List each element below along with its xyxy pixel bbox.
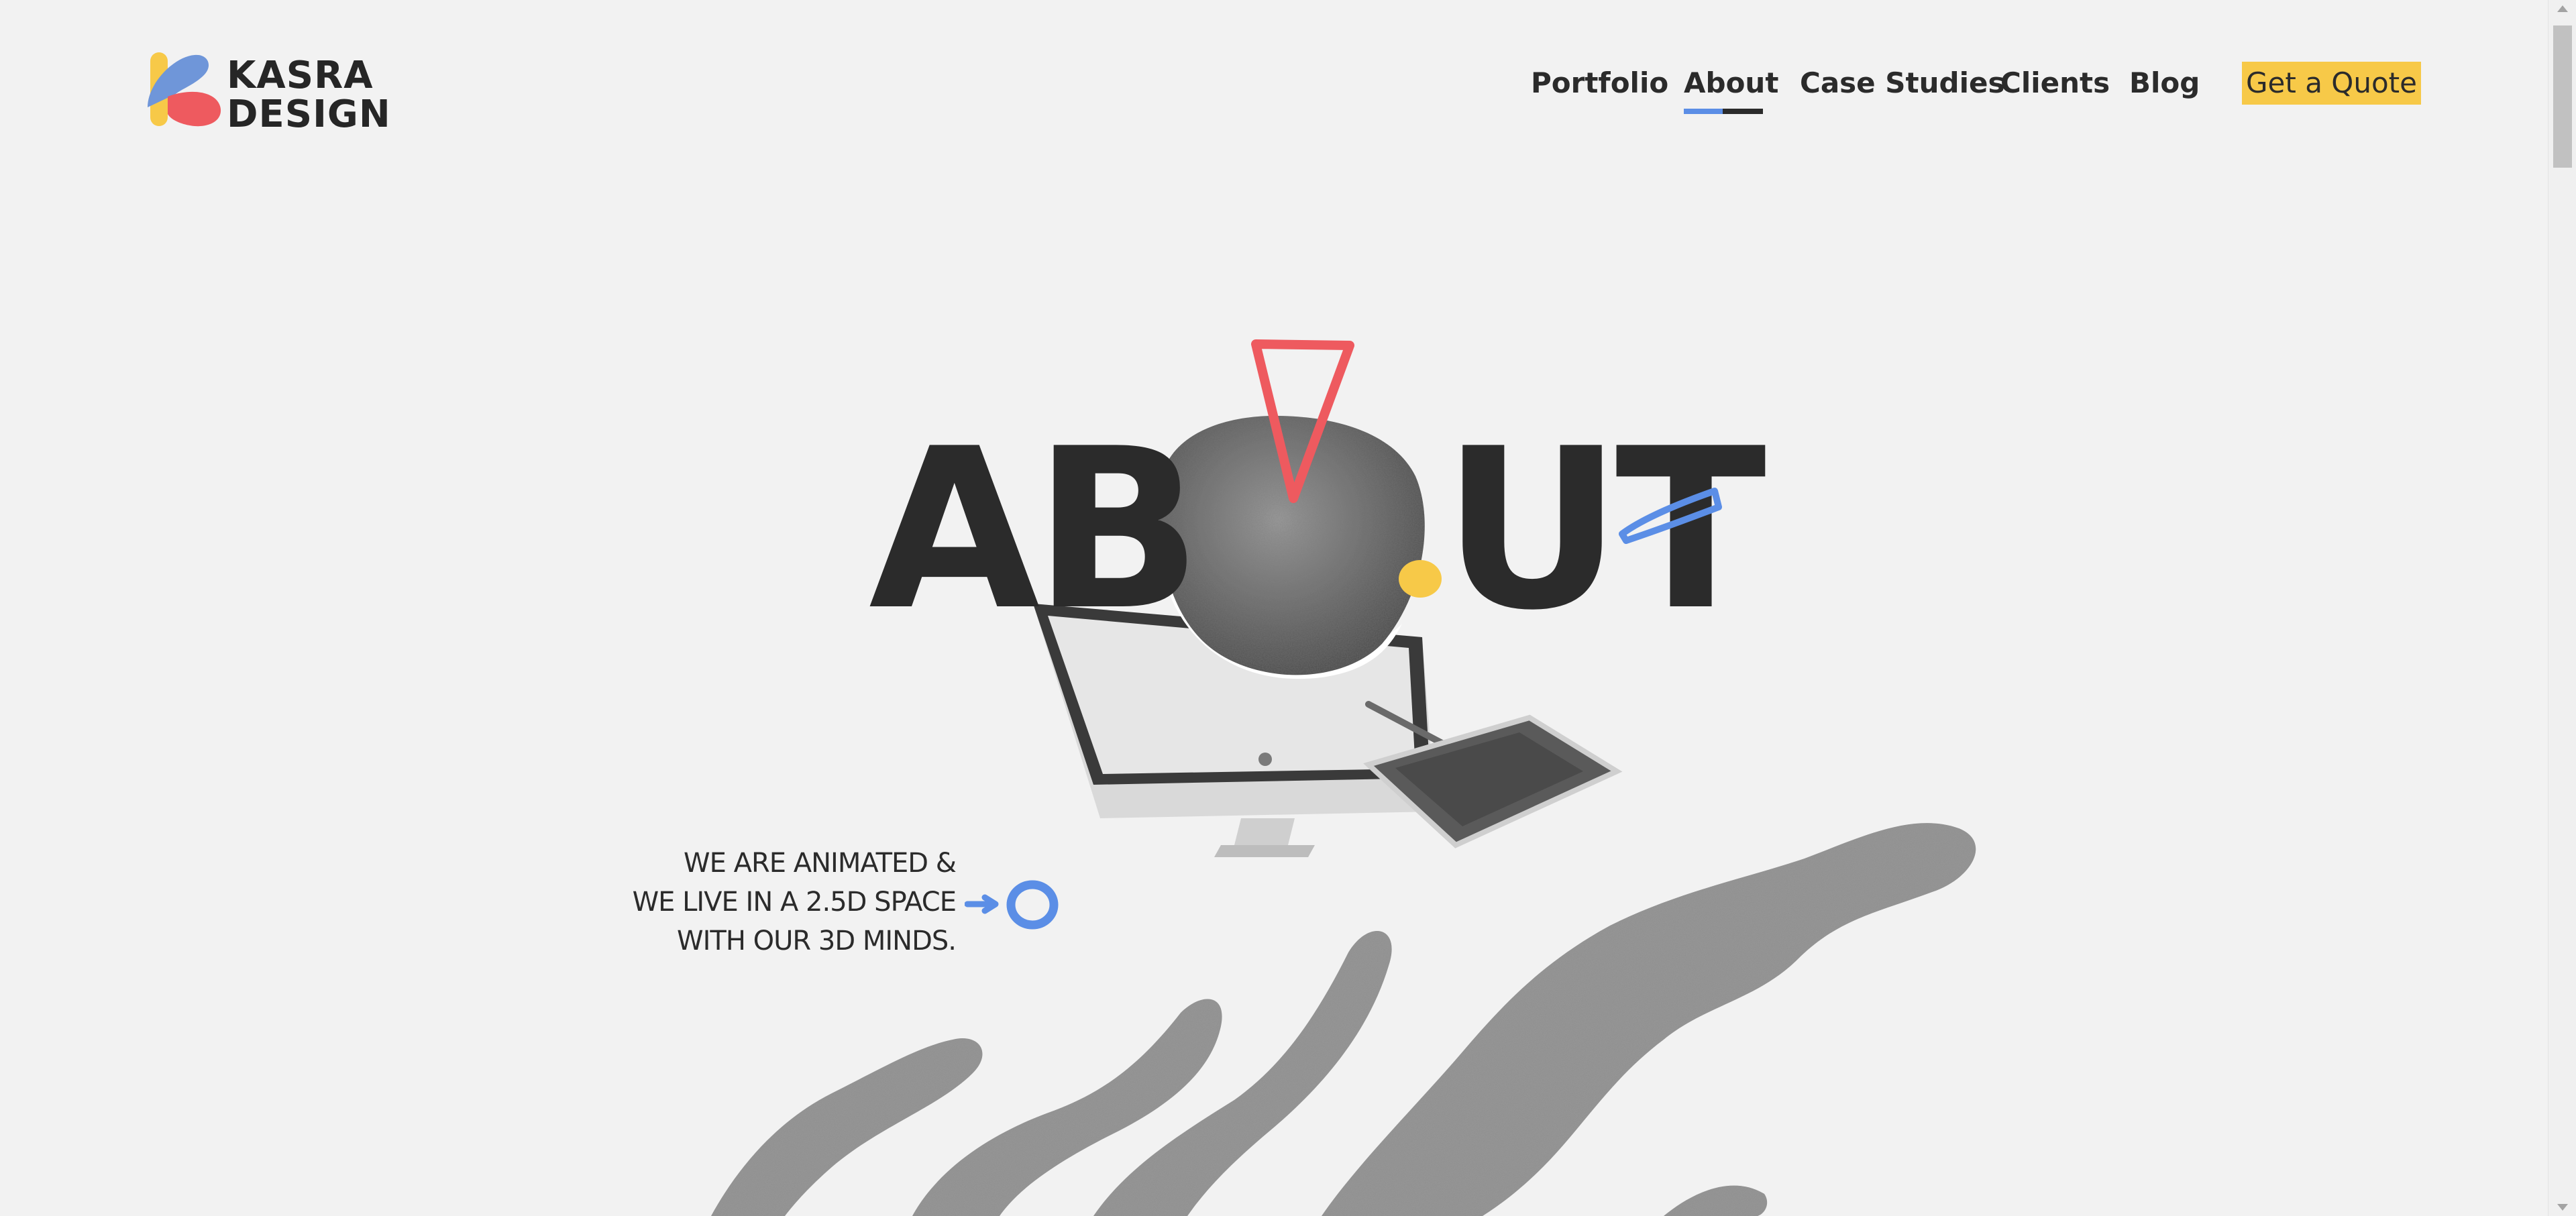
scroll-thumb[interactable] xyxy=(2553,25,2572,168)
nav-about-label: About xyxy=(1684,66,1779,99)
yellow-dot-icon xyxy=(1399,560,1442,598)
nav-portfolio[interactable]: Portfolio xyxy=(1531,64,1668,102)
imac-illustration xyxy=(1033,604,1623,857)
nav-clients[interactable]: Clients xyxy=(2000,64,2110,102)
tagline-line-1: WE ARE ANIMATED & xyxy=(684,848,957,879)
scroll-down-arrow-icon[interactable] xyxy=(2557,1204,2568,1211)
blue-pencil-icon xyxy=(1619,488,1722,544)
nav-about[interactable]: About xyxy=(1684,64,1779,114)
logo-line-1: KASRA xyxy=(227,54,374,97)
tagline-line-2: WE LIVE IN A 2.5D SPACE xyxy=(632,887,957,918)
logo-line-2: DESIGN xyxy=(227,93,391,136)
get-a-quote-button[interactable]: Get a Quote xyxy=(2242,62,2421,105)
logo-wordmark: KASRA DESIGN xyxy=(227,56,391,134)
site-logo[interactable]: KASRA DESIGN xyxy=(141,50,390,134)
hero-title-part-1: AB xyxy=(869,401,1202,659)
tagline-line-3: WITH OUR 3D MINDS. xyxy=(677,926,957,956)
nav-case-studies[interactable]: Case Studies xyxy=(1800,64,2004,102)
page-scrollbar[interactable] xyxy=(2548,0,2576,1216)
stone-sphere-illustration xyxy=(1159,416,1425,679)
brush-waves-illustration xyxy=(711,823,1976,1216)
hero-section: AB UT WE ARE ANIMATED & WE LIVE IN A 2.5… xyxy=(0,0,2548,1216)
nav-blog[interactable]: Blog xyxy=(2129,64,2200,102)
blue-ring-icon xyxy=(1006,880,1059,930)
hero-title-part-2: UT xyxy=(1442,401,1766,659)
blue-arrow-icon xyxy=(965,894,999,914)
red-triangle-icon xyxy=(1251,339,1354,503)
active-underline xyxy=(1684,109,1763,114)
logo-mark-icon xyxy=(148,52,221,127)
hero-tagline: WE ARE ANIMATED & WE LIVE IN A 2.5D SPAC… xyxy=(590,844,957,960)
scroll-up-arrow-icon[interactable] xyxy=(2557,5,2568,12)
